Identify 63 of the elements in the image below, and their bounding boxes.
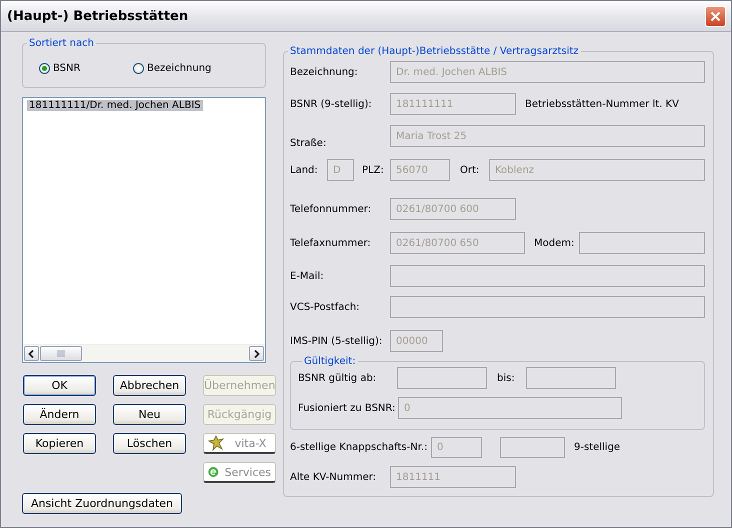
list-item[interactable]: 181111111/Dr. med. Jochen ALBIS <box>27 100 203 111</box>
input-field[interactable]: Maria Trost 25 <box>390 125 705 147</box>
swirl-circle-icon <box>208 464 219 480</box>
field-label: bis: <box>497 372 516 384</box>
field-label: Alte KV-Nummer: <box>290 472 378 482</box>
radio-icon[interactable] <box>133 62 144 74</box>
input-field[interactable] <box>390 296 705 318</box>
field-label: BSNR gültig ab: <box>298 372 378 384</box>
field-label: 6-stellige Knappschafts-Nr.: <box>290 442 428 453</box>
scroll-right-button[interactable] <box>249 346 264 361</box>
radio-icon[interactable] <box>39 62 50 74</box>
scrollbar-thumb[interactable] <box>40 346 82 361</box>
close-icon <box>710 10 721 22</box>
dialog-button[interactable]: Neu <box>113 404 186 425</box>
field-label: Modem: <box>534 238 576 248</box>
window-title: (Haupt-) Betriebsstätten <box>7 8 188 24</box>
grip-icon <box>56 350 66 357</box>
group-legend: Sortiert nach <box>27 38 96 49</box>
group-legend: Stammdaten der (Haupt-)Betriebsstätte / Vertragsarztsitz <box>288 46 581 57</box>
field-label: Telefonnummer: <box>290 204 372 214</box>
radio-option[interactable]: BSNR <box>39 62 133 74</box>
field-label: BSNR (9-stellig): <box>290 98 373 110</box>
hint-text: Betriebsstätten-Nummer lt. KV <box>525 98 679 110</box>
field-label: Land: <box>290 164 319 176</box>
field-label: Ort: <box>460 164 480 176</box>
list-box[interactable]: 181111111/Dr. med. Jochen ALBIS <box>22 97 266 363</box>
dialog-button[interactable]: OK <box>23 375 96 396</box>
field-label: Bezeichnung: <box>290 66 359 78</box>
group-legend: Gültigkeit: <box>302 356 358 367</box>
input-field[interactable]: D <box>327 159 354 181</box>
field-label: Fusioniert zu BSNR: <box>298 402 396 414</box>
input-field[interactable]: 1811111 <box>390 466 516 488</box>
field-label: IMS-PIN (5-stellig): <box>290 336 384 346</box>
field-label: PLZ: <box>362 164 385 176</box>
app-button[interactable]: vita-X <box>203 433 276 454</box>
dialog-button[interactable]: Abbrechen <box>113 375 186 396</box>
field-label: E-Mail: <box>290 270 325 282</box>
dialog-button[interactable]: Löschen <box>113 433 186 454</box>
close-button[interactable] <box>705 6 726 26</box>
input-field[interactable]: 56070 <box>390 159 450 181</box>
scroll-left-button[interactable] <box>24 346 39 361</box>
field-label: 9-stellige <box>574 442 620 453</box>
field-label: Telefaxnummer: <box>290 238 372 248</box>
view-button[interactable]: Ansicht Zuordnungsdaten <box>22 493 182 514</box>
input-field[interactable] <box>500 437 565 458</box>
input-field[interactable]: 0261/80700 650 <box>390 232 525 254</box>
radio-option[interactable]: Bezeichnung <box>133 62 227 74</box>
input-field[interactable]: Koblenz <box>489 159 705 181</box>
input-field[interactable] <box>397 367 487 389</box>
dialog-button[interactable]: Ändern <box>23 404 96 425</box>
input-field[interactable]: 0261/80700 600 <box>390 198 516 220</box>
input-field[interactable]: 0 <box>431 437 482 458</box>
input-field[interactable] <box>526 367 616 389</box>
dialog-button[interactable]: Kopieren <box>23 433 96 454</box>
field-label: Straße: <box>290 138 328 149</box>
input-field[interactable]: 181111111 <box>390 93 516 115</box>
input-field[interactable] <box>579 232 705 254</box>
app-button[interactable]: Services <box>203 462 276 483</box>
input-field[interactable]: 00000 <box>390 330 443 352</box>
input-field[interactable]: Dr. med. Jochen ALBIS <box>390 61 705 83</box>
input-field[interactable]: 0 <box>398 397 622 419</box>
field-label: VCS-Postfach: <box>290 302 361 312</box>
input-field[interactable] <box>390 265 705 287</box>
